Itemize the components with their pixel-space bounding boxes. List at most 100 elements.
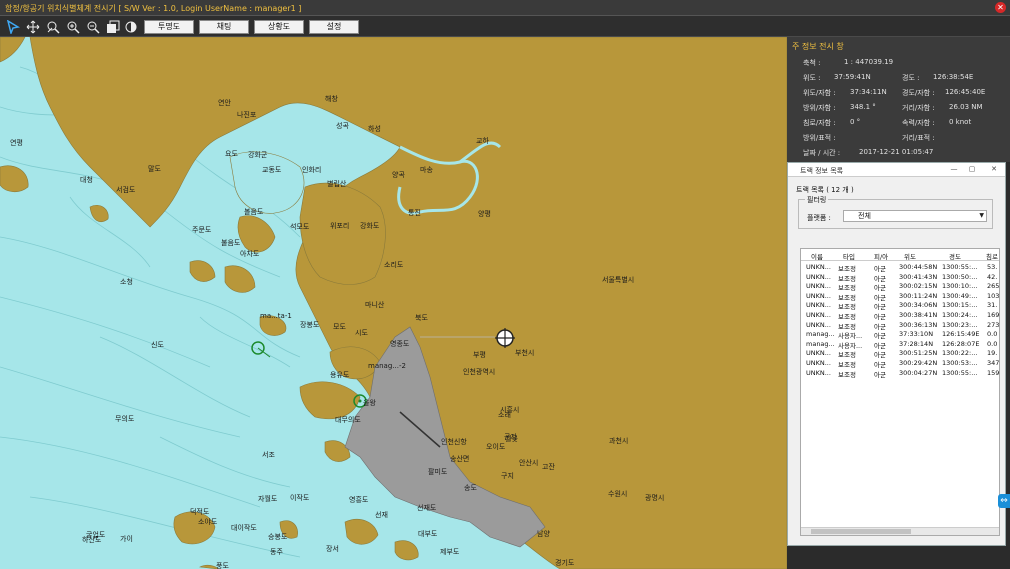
table-cell: 1300:10:... bbox=[942, 282, 978, 291]
filter-label: 필터링 bbox=[805, 195, 829, 205]
close-icon[interactable]: ✕ bbox=[989, 165, 999, 174]
map-label: 대이작도 bbox=[231, 524, 257, 532]
column-header[interactable]: 피/아 bbox=[874, 251, 894, 261]
map-label: 선재 bbox=[375, 511, 388, 519]
table-row[interactable]: manag... 사용자... 아군 37:33:10N 126:15:49E 0.0 bbox=[801, 329, 999, 340]
minimize-icon[interactable]: — bbox=[949, 165, 959, 174]
map-label: 구지 bbox=[501, 472, 514, 480]
zoom-in-icon[interactable] bbox=[64, 18, 81, 35]
column-header[interactable]: 이름 bbox=[811, 251, 837, 261]
chat-button[interactable]: 채팅 bbox=[199, 20, 249, 34]
settings-button[interactable]: 설정 bbox=[309, 20, 359, 34]
scrollbar-thumb[interactable] bbox=[811, 529, 911, 534]
column-header[interactable]: 경도 bbox=[949, 251, 983, 261]
table-cell: 1300:23:... bbox=[942, 320, 978, 329]
track-count: 트랙 목록 ( 12 개 ) bbox=[796, 186, 854, 194]
table-cell: 300:51:25N bbox=[899, 349, 938, 358]
transparency-button[interactable]: 투명도 bbox=[144, 20, 194, 34]
map-label: 소야도 bbox=[198, 518, 218, 526]
table-row[interactable]: UNKN... 보조정 아군 300:44:58N 1300:55:... 53. bbox=[801, 262, 999, 273]
map-label: 대부도 bbox=[418, 530, 438, 538]
map-label: 주문도 bbox=[192, 226, 212, 234]
table-cell: UNKN... bbox=[806, 272, 831, 281]
platform-dropdown[interactable]: 전체 ▼ bbox=[843, 210, 987, 222]
title-bar: 함정/항공기 위치식별체계 전시기 [ S/W Ver : 1.0, Login… bbox=[0, 0, 1010, 16]
info-value: 0 knot bbox=[949, 118, 972, 126]
table-cell: UNKN... bbox=[806, 349, 831, 358]
map-label: 인천광역시 bbox=[463, 368, 496, 376]
table-row[interactable]: UNKN... 보조정 아군 300:51:25N 1300:22:... 19. bbox=[801, 348, 999, 359]
table-row[interactable]: UNKN... 보조정 아군 300:02:15N 1300:10:... 265 bbox=[801, 281, 999, 292]
table-cell: 19. bbox=[987, 349, 998, 358]
chevron-down-icon: ▼ bbox=[979, 212, 984, 219]
map-label: 양곡 bbox=[392, 171, 405, 179]
map-label: 부평 bbox=[473, 351, 486, 359]
map-label: 강화도 bbox=[360, 222, 380, 230]
info-value: 26.03 NM bbox=[949, 103, 983, 111]
track-window-titlebar[interactable]: 트랙 정보 목록 — ▢ ✕ bbox=[788, 163, 1005, 177]
map-label: 위포리 bbox=[330, 222, 350, 230]
map-label: 통진 bbox=[408, 209, 421, 217]
pan-icon[interactable] bbox=[24, 18, 41, 35]
table-row[interactable]: manag... 사용자... 아군 37:28:14N 126:28:07E 0.0 bbox=[801, 339, 999, 350]
map-label: 나진포 bbox=[237, 111, 257, 119]
info-label: 거리/표적 : bbox=[902, 134, 935, 142]
table-cell: 300:34:06N bbox=[899, 301, 938, 310]
contrast-icon[interactable] bbox=[122, 18, 139, 35]
info-label: 경도/자함 : bbox=[902, 89, 935, 97]
table-row[interactable]: UNKN... 보조정 아군 300:34:06N 1300:15:... 31. bbox=[801, 300, 999, 311]
measure-icon[interactable] bbox=[44, 18, 61, 35]
info-value: 0 ° bbox=[850, 118, 861, 126]
table-row[interactable]: UNKN... 보조정 아군 300:41:43N 1300:50:... 42. bbox=[801, 272, 999, 283]
table-row[interactable]: UNKN... 보조정 아군 300:04:27N 1300:55:... 159 bbox=[801, 368, 999, 379]
map-label: 동주 bbox=[270, 548, 283, 556]
horizontal-scrollbar[interactable] bbox=[801, 527, 999, 535]
column-header[interactable]: 위도 bbox=[904, 251, 938, 261]
table-cell: UNKN... bbox=[806, 291, 831, 300]
column-header[interactable]: 타입 bbox=[843, 251, 869, 261]
table-cell: manag... bbox=[806, 330, 834, 339]
table-cell: 300:41:43N bbox=[899, 272, 938, 281]
table-row[interactable]: UNKN... 보조정 아군 300:29:42N 1300:53:... 347 bbox=[801, 358, 1000, 369]
table-cell: 1300:53:... bbox=[942, 359, 978, 367]
map-view[interactable]: 연안 나진포 해창 교동도 요도 강화군 인화리 별립산 석모도 위포리 강화도… bbox=[0, 37, 787, 569]
map-label: 소청 bbox=[120, 278, 133, 286]
track-table[interactable]: 이름 타입 피/아 위도 경도 침로 UNKN... 보조정 아군 300:44:58… bbox=[800, 248, 1000, 536]
track-marker-label: manag...-2 bbox=[368, 362, 406, 370]
side-toggle-icon[interactable]: ⇔ bbox=[998, 494, 1010, 508]
map-label: 안산시 bbox=[519, 459, 539, 467]
map-label: 부천시 bbox=[515, 349, 535, 357]
table-row[interactable]: UNKN... 보조정 아군 300:11:24N 1300:49:... 103 bbox=[801, 291, 999, 302]
map-label: 마송 bbox=[420, 166, 433, 174]
info-label: 속력/자함 : bbox=[902, 119, 935, 127]
map-label: 제부도 bbox=[440, 548, 460, 556]
table-row[interactable]: UNKN... 보조정 아군 300:38:41N 1300:24:... 169 bbox=[801, 310, 999, 321]
map-label: 고잔 bbox=[542, 463, 555, 471]
fullscreen-icon[interactable] bbox=[104, 18, 121, 35]
zoom-out-icon[interactable] bbox=[84, 18, 101, 35]
map-label: 서검도 bbox=[116, 186, 136, 194]
map-label: 송도 bbox=[464, 484, 477, 492]
map-label: 용유도 bbox=[330, 371, 350, 379]
map-label: 해창 bbox=[325, 95, 338, 103]
select-arrow-icon[interactable] bbox=[4, 18, 21, 35]
situation-button[interactable]: 상황도 bbox=[254, 20, 304, 34]
table-row[interactable]: UNKN... 보조정 아군 300:36:13N 1300:23:... 273 bbox=[801, 320, 999, 331]
table-cell: manag... bbox=[806, 339, 834, 348]
maximize-icon[interactable]: ▢ bbox=[967, 165, 977, 174]
info-value: 37:34:11N bbox=[850, 88, 887, 96]
info-label: 거리/자함 : bbox=[902, 104, 935, 112]
track-marker-1[interactable] bbox=[251, 341, 271, 358]
info-panel-title: 주 정보 전시 창 bbox=[792, 42, 844, 51]
table-cell: UNKN... bbox=[806, 301, 831, 310]
map-label: 서조 bbox=[262, 451, 275, 459]
table-cell: 1300:55:... bbox=[942, 368, 978, 377]
close-icon[interactable]: ✕ bbox=[995, 2, 1006, 13]
map-label: 강화군 bbox=[248, 151, 268, 159]
table-cell: 0.0 bbox=[987, 330, 998, 339]
map-label: 가이 bbox=[120, 535, 133, 543]
column-header[interactable]: 침로 bbox=[986, 251, 999, 261]
map-label: 북도 bbox=[415, 314, 428, 322]
table-cell: 347 bbox=[987, 359, 1000, 367]
map-label: 장봉도 bbox=[300, 321, 320, 329]
